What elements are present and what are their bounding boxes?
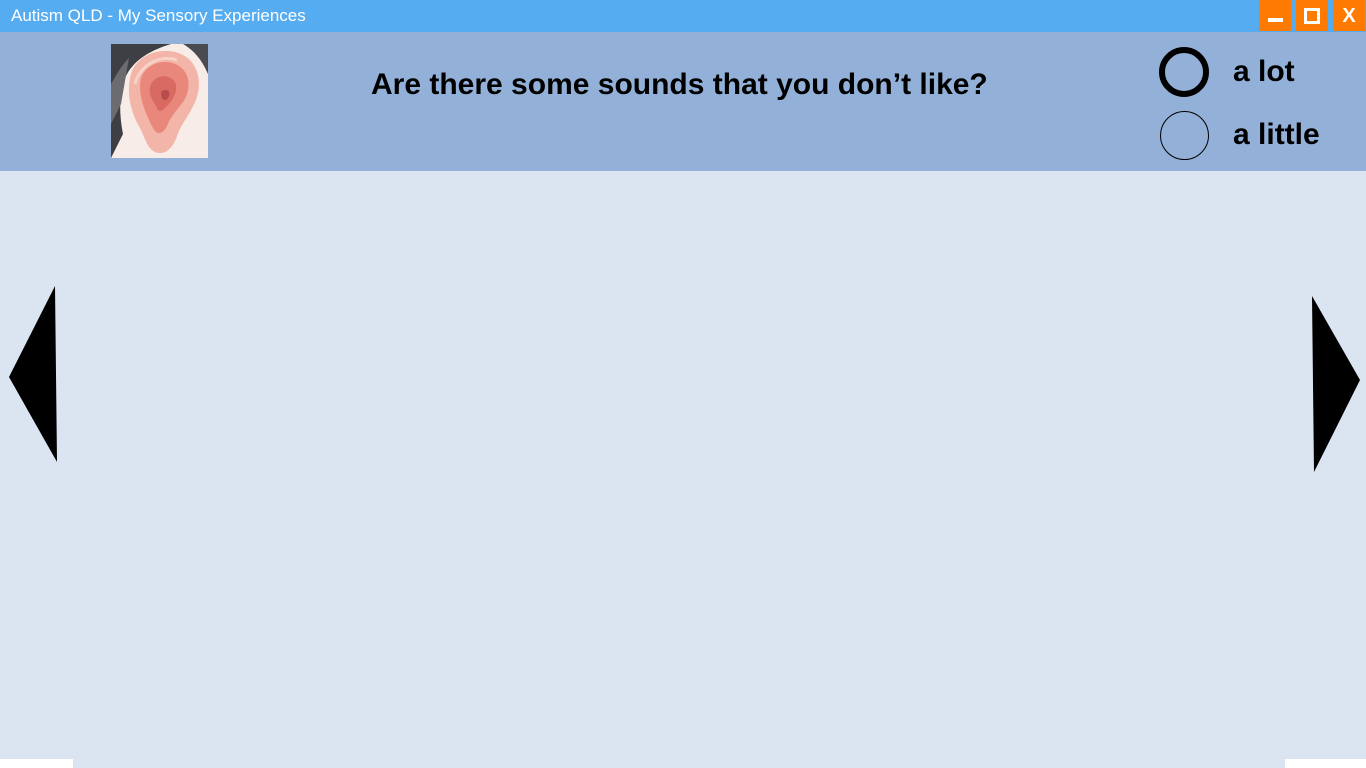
radio-label-a-lot[interactable]: a lot <box>1233 55 1295 89</box>
maximize-icon <box>1304 7 1320 24</box>
window-title: Autism QLD - My Sensory Experiences <box>11 6 306 25</box>
window-titlebar[interactable]: Autism QLD - My Sensory Experiences X <box>0 0 1366 32</box>
radio-label-a-little[interactable]: a little <box>1233 118 1320 152</box>
question-text: Are there some sounds that you don’t lik… <box>371 68 988 101</box>
ear-image <box>111 44 208 158</box>
bottom-strip-left <box>0 759 73 768</box>
content-area <box>0 171 1366 768</box>
close-icon: X <box>1342 4 1356 27</box>
maximize-button[interactable] <box>1296 0 1328 31</box>
bottom-strip-right <box>1285 759 1366 768</box>
question-bar: Are there some sounds that you don’t lik… <box>0 32 1366 171</box>
minimize-icon <box>1267 18 1283 22</box>
radio-a-little[interactable] <box>1160 111 1209 160</box>
left-arrow-icon[interactable] <box>9 286 57 462</box>
next-button[interactable] <box>1311 296 1361 472</box>
minimize-button[interactable] <box>1259 0 1291 31</box>
right-arrow-icon[interactable] <box>1312 296 1360 472</box>
close-button[interactable]: X <box>1333 0 1365 31</box>
radio-a-lot[interactable] <box>1159 47 1209 97</box>
ear-illustration <box>111 44 208 158</box>
previous-button[interactable] <box>8 286 58 462</box>
